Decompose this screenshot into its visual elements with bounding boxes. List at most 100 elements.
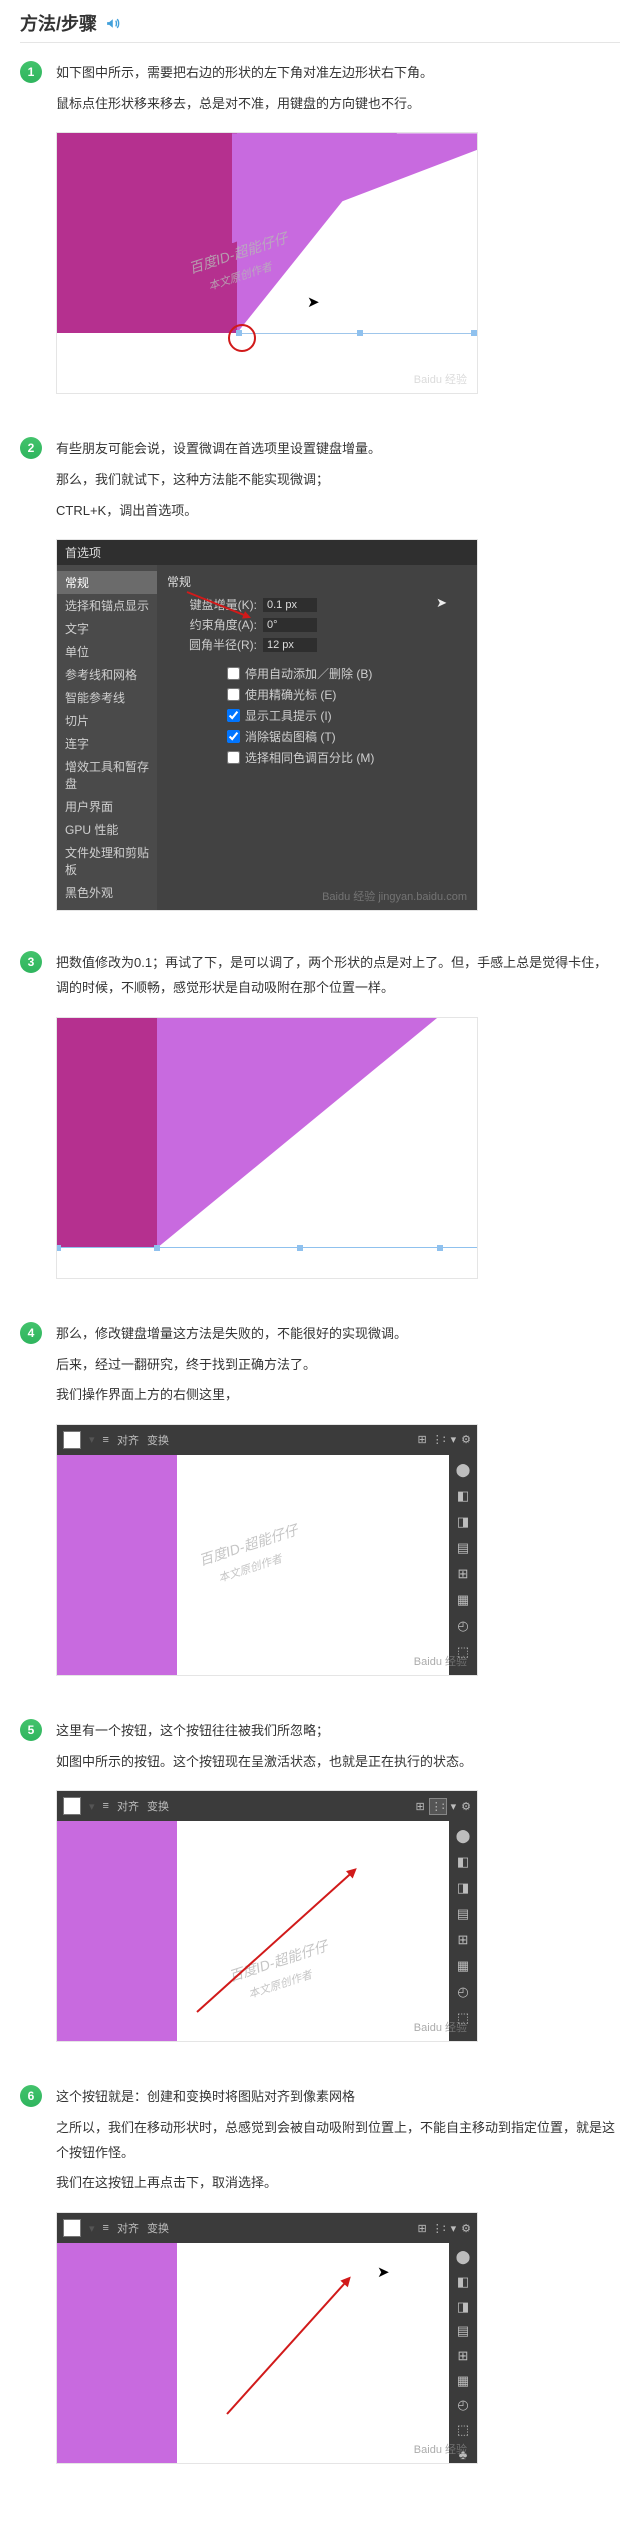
sidebar-item[interactable]: 参考线和网格 [57, 663, 157, 686]
sidebar-item[interactable]: 选择和锚点显示 [57, 594, 157, 617]
figure-5-ai-ui: ▾ ≡ 对齐 变换 ⊞ ⋮∶ ▾ ⚙ 百度ID-超能仔仔 本文原创作者 [56, 1790, 478, 2042]
corner-radius-field[interactable]: 12 px [263, 638, 317, 652]
menu-icon[interactable]: ≡ [103, 1800, 109, 1812]
panel-icon[interactable]: ◧ [454, 2274, 472, 2291]
panel-icon[interactable]: ◧ [454, 1853, 472, 1871]
step-number: 2 [20, 437, 42, 459]
panel-icon[interactable]: ◨ [454, 2298, 472, 2315]
figure-1: ➤ 百度ID-超能仔仔 本文原创作者 Baidu 经验 [56, 132, 478, 394]
step-number: 3 [20, 951, 42, 973]
artboard[interactable]: 百度ID-超能仔仔 本文原创作者 [57, 1455, 449, 1675]
checkbox-row[interactable]: 停用自动添加／删除 (B) [223, 664, 467, 683]
toolbar-label[interactable]: 对齐 [117, 2220, 139, 2236]
settings-icon[interactable]: ⚙ [461, 2222, 471, 2235]
section-title: 方法/步骤 [20, 10, 97, 36]
right-panel-dock: ⬤ ◧ ◨ ▤ ⊞ ▦ ◴ ⬚ ♣ [449, 2243, 477, 2463]
settings-icon[interactable]: ⚙ [461, 1433, 471, 1446]
panel-icon[interactable]: ▦ [454, 2372, 472, 2389]
panel-icon[interactable]: ⬚ [454, 2422, 472, 2439]
cursor-icon: ➤ [377, 2263, 390, 2281]
panel-icon[interactable]: ▦ [454, 1591, 472, 1609]
panel-icon[interactable]: ◴ [454, 1983, 472, 2001]
sidebar-item[interactable]: 常规 [57, 571, 157, 594]
toolbar-label[interactable]: 对齐 [117, 1798, 139, 1814]
panel-icon[interactable]: ⊞ [454, 1931, 472, 1949]
corner-watermark: Baidu 经验 [414, 2019, 467, 2035]
figure-4-ai-ui: ▾ ≡ 对齐 变换 ⊞ ⋮∶ ▾ ⚙ 百度ID-超能仔仔 本文原创作者 [56, 1424, 478, 1676]
sidebar-item[interactable]: 增效工具和暂存盘 [57, 755, 157, 795]
panel-icon[interactable]: ▤ [454, 1905, 472, 1923]
toolbar-label[interactable]: 对齐 [117, 1432, 139, 1448]
artboard[interactable]: 百度ID-超能仔仔 本文原创作者 [57, 1821, 449, 2041]
panel-icon[interactable]: ⬤ [454, 1461, 472, 1479]
prefs-heading: 常规 [167, 573, 467, 590]
figure-2-prefs-dialog: 首选项 常规 选择和锚点显示 文字 单位 参考线和网格 智能参考线 切片 连字 … [56, 539, 478, 911]
step-text: 鼠标点住形状移来移去，总是对不准，用键盘的方向键也不行。 [56, 92, 620, 117]
step-text: 有些朋友可能会说，设置微调在首选项里设置键盘增量。 [56, 437, 620, 462]
prefs-sidebar: 常规 选择和锚点显示 文字 单位 参考线和网格 智能参考线 切片 连字 增效工具… [57, 565, 157, 910]
cursor-icon: ➤ [436, 595, 447, 611]
step-4: 4 那么，修改键盘增量这方法是失败的，不能很好的实现微调。 后来，经过一翻研究，… [20, 1322, 620, 1679]
ai-control-bar: ▾ ≡ 对齐 变换 ⊞ ⋮∶ ▾ ⚙ [57, 1791, 477, 1821]
step-1: 1 如下图中所示，需要把右边的形状的左下角对准左边形状右下角。 鼠标点住形状移来… [20, 61, 620, 397]
constrain-angle-field[interactable]: 0° [263, 618, 317, 632]
sidebar-item[interactable]: 黑色外观 [57, 881, 157, 904]
checkbox-row[interactable]: 消除锯齿图稿 (T) [223, 727, 467, 746]
corner-watermark: Baidu 经验 [414, 2441, 467, 2457]
ai-control-bar: ▾ ≡ 对齐 变换 ⊞ ⋮∶ ▾ ⚙ [57, 2213, 477, 2243]
align-to-pixel-button[interactable]: ⋮∶ [430, 1799, 446, 1814]
pixel-snap-button[interactable]: ⊞ [418, 1433, 427, 1446]
checkbox-row[interactable]: 使用精确光标 (E) [223, 685, 467, 704]
fill-swatch[interactable] [63, 1431, 81, 1449]
panel-icon[interactable]: ◧ [454, 1487, 472, 1505]
step-3: 3 把数值修改为0.1；再试了下，是可以调了，两个形状的点是对上了。但，手感上总… [20, 951, 620, 1281]
pixel-snap-button[interactable]: ⊞ [416, 1800, 425, 1813]
panel-icon[interactable]: ⬤ [454, 2249, 472, 2266]
corner-watermark: Baidu 经验 [414, 1653, 467, 1669]
figure-3 [56, 1017, 478, 1279]
sidebar-item[interactable]: 用户界面 [57, 795, 157, 818]
panel-icon[interactable]: ◨ [454, 1879, 472, 1897]
dialog-title: 首选项 [57, 540, 477, 565]
sidebar-item[interactable]: 单位 [57, 640, 157, 663]
panel-icon[interactable]: ⬤ [454, 1827, 472, 1845]
sidebar-item[interactable]: 文件处理和剪贴板 [57, 841, 157, 881]
step-text: 如图中所示的按钮。这个按钮现在呈激活状态，也就是正在执行的状态。 [56, 1750, 620, 1775]
field-label: 圆角半径(R): [167, 636, 263, 653]
step-text: 这里有一个按钮，这个按钮往往被我们所忽略； [56, 1719, 620, 1744]
keyboard-increment-field[interactable]: 0.1 px [263, 598, 317, 612]
align-to-pixel-button[interactable]: ⋮∶ [432, 2222, 446, 2235]
artboard[interactable] [57, 2243, 449, 2463]
checkbox-row[interactable]: 选择相同色调百分比 (M) [223, 748, 467, 767]
panel-icon[interactable]: ▦ [454, 1957, 472, 1975]
step-text: 那么，我们就试下，这种方法能不能实现微调； [56, 468, 620, 493]
sidebar-item[interactable]: 连字 [57, 732, 157, 755]
right-panel-dock: ⬤ ◧ ◨ ▤ ⊞ ▦ ◴ ⬚ [449, 1455, 477, 1675]
panel-icon[interactable]: ◨ [454, 1513, 472, 1531]
panel-icon[interactable]: ◴ [454, 2397, 472, 2414]
fill-swatch[interactable] [63, 2219, 81, 2237]
toolbar-label[interactable]: 变换 [147, 2220, 169, 2236]
panel-icon[interactable]: ▤ [454, 2323, 472, 2340]
audio-icon[interactable] [105, 15, 122, 32]
panel-icon[interactable]: ⊞ [454, 1565, 472, 1583]
panel-icon[interactable]: ⊞ [454, 2348, 472, 2365]
toolbar-label[interactable]: 变换 [147, 1432, 169, 1448]
step-6: 6 这个按钮就是：创建和变换时将图贴对齐到像素网格 之所以，我们在移动形状时，总… [20, 2085, 620, 2467]
sidebar-item[interactable]: 智能参考线 [57, 686, 157, 709]
menu-icon[interactable]: ≡ [103, 2222, 109, 2234]
step-5: 5 这里有一个按钮，这个按钮往往被我们所忽略； 如图中所示的按钮。这个按钮现在呈… [20, 1719, 620, 2045]
align-button[interactable]: ⋮∶ [432, 1433, 446, 1446]
sidebar-item[interactable]: 文字 [57, 617, 157, 640]
sidebar-item[interactable]: GPU 性能 [57, 818, 157, 841]
checkbox-row[interactable]: 显示工具提示 (I) [223, 706, 467, 725]
section-title-row: 方法/步骤 [20, 10, 620, 43]
panel-icon[interactable]: ▤ [454, 1539, 472, 1557]
toolbar-label[interactable]: 变换 [147, 1798, 169, 1814]
panel-icon[interactable]: ◴ [454, 1617, 472, 1635]
settings-icon[interactable]: ⚙ [461, 1800, 471, 1813]
sidebar-item[interactable]: 切片 [57, 709, 157, 732]
pixel-snap-button[interactable]: ⊞ [418, 2222, 427, 2235]
menu-icon[interactable]: ≡ [103, 1434, 109, 1446]
fill-swatch[interactable] [63, 1797, 81, 1815]
